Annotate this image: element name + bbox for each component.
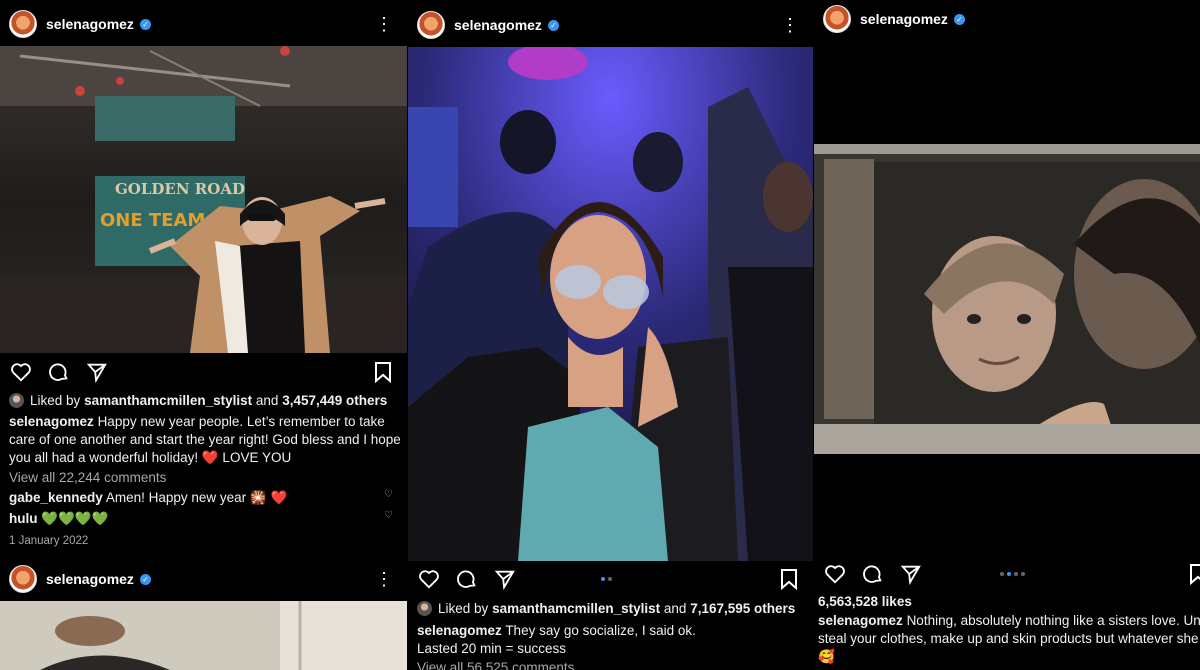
- comment-username[interactable]: gabe_kennedy: [9, 490, 103, 505]
- view-comments-link[interactable]: View all 22,244 comments: [9, 469, 401, 487]
- caption-username[interactable]: selenagomez: [9, 414, 94, 429]
- likes-line: Liked by samanthamcmillen_stylist and 3,…: [9, 392, 401, 410]
- username-link[interactable]: selenagomez: [46, 16, 134, 32]
- feed-column-2: selenagomez ✓ ⋮ Liked by samanthamcmille…: [408, 0, 813, 670]
- like-heart-icon[interactable]: [824, 563, 846, 585]
- avatar[interactable]: [9, 10, 37, 38]
- likes-count[interactable]: 6,563,528 likes: [818, 593, 1194, 611]
- post-header: selenagomez ✓ ⋮: [408, 3, 813, 47]
- save-bookmark-icon[interactable]: [373, 361, 393, 383]
- avatar[interactable]: [417, 11, 445, 39]
- username-link[interactable]: selenagomez: [454, 17, 542, 33]
- share-icon[interactable]: [494, 568, 516, 590]
- caption-username[interactable]: selenagomez: [818, 613, 903, 628]
- caption-text-line-1: They say go socialize, I said ok.: [505, 623, 696, 638]
- save-bookmark-icon[interactable]: [779, 568, 799, 590]
- liked-by-user-link[interactable]: samanthamcmillen_stylist: [84, 393, 252, 408]
- save-bookmark-icon[interactable]: [1188, 563, 1200, 585]
- post-header: selenagomez ✓ ⋮: [0, 557, 407, 601]
- likes-count-link[interactable]: 7,167,595 others: [690, 601, 795, 616]
- liker-avatar: [9, 393, 24, 408]
- liked-by-label: Liked by: [438, 601, 489, 616]
- verified-badge-icon: ✓: [139, 18, 151, 30]
- like-heart-icon[interactable]: [418, 568, 440, 590]
- post-photo[interactable]: [408, 47, 813, 561]
- caption-text-line-2: Lasted 20 min = success: [417, 641, 566, 656]
- avatar[interactable]: [9, 565, 37, 593]
- username-link[interactable]: selenagomez: [860, 11, 948, 27]
- more-options-icon[interactable]: ⋮: [781, 15, 799, 36]
- comment-row: hulu 💚💚💚💚: [9, 510, 401, 528]
- post-photo[interactable]: [0, 601, 407, 670]
- caption-username[interactable]: selenagomez: [417, 623, 502, 638]
- caption: selenagomez Nothing, absolutely nothing …: [818, 612, 1200, 666]
- verified-badge-icon: ✓: [139, 573, 151, 585]
- username-link[interactable]: selenagomez: [46, 571, 134, 587]
- share-icon[interactable]: [900, 563, 922, 585]
- verified-badge-icon: ✓: [547, 19, 559, 31]
- post-photo[interactable]: [814, 144, 1200, 454]
- like-heart-icon[interactable]: [10, 361, 32, 383]
- more-options-icon[interactable]: ⋮: [375, 569, 393, 590]
- liked-by-and: and: [663, 601, 687, 616]
- likes-count-link[interactable]: 3,457,449 others: [282, 393, 387, 408]
- caption: selenagomez Happy new year people. Let’s…: [9, 413, 401, 467]
- post-date: 1 January 2022: [9, 535, 89, 547]
- verified-badge-icon: ✓: [953, 13, 965, 25]
- post-actions: [408, 563, 813, 595]
- liked-by-label: Liked by: [30, 393, 81, 408]
- carousel-dots: [601, 577, 612, 581]
- more-options-icon[interactable]: ⋮: [375, 14, 393, 35]
- comment-icon[interactable]: [456, 568, 478, 590]
- caption: selenagomez They say go socialize, I sai…: [417, 622, 807, 640]
- avatar[interactable]: [823, 5, 851, 33]
- post-header: selenagomez ✓: [814, 0, 1200, 41]
- post-actions: [814, 558, 1200, 590]
- post-header: selenagomez ✓ ⋮: [0, 2, 407, 46]
- carousel-dots: [1000, 572, 1025, 576]
- post-photo[interactable]: GOLDEN ROAD ONE TEAM, ONE: [0, 46, 407, 353]
- liker-avatar: [417, 601, 432, 616]
- comment-like-icon[interactable]: ♡: [384, 489, 393, 500]
- view-comments-link[interactable]: View all 56,525 comments: [417, 659, 807, 670]
- likes-line: Liked by samanthamcmillen_stylist and 7,…: [417, 600, 807, 618]
- comment-like-icon[interactable]: ♡: [384, 510, 393, 521]
- liked-by-user-link[interactable]: samanthamcmillen_stylist: [492, 601, 660, 616]
- comment-row: gabe_kennedy Amen! Happy new year 🎇 ❤️: [9, 489, 401, 507]
- comment-text: 💚💚💚💚: [41, 511, 109, 526]
- comment-text: Amen! Happy new year 🎇 ❤️: [105, 490, 288, 505]
- comment-username[interactable]: hulu: [9, 511, 38, 526]
- share-icon[interactable]: [86, 361, 108, 383]
- liked-by-and: and: [255, 393, 279, 408]
- comment-icon[interactable]: [48, 361, 70, 383]
- feed-column-3: selenagomez ✓ 6,563,528 likes selenagome…: [814, 0, 1200, 670]
- comment-icon[interactable]: [862, 563, 884, 585]
- photo-banner-text: GOLDEN ROAD: [115, 180, 245, 198]
- post-actions: [0, 356, 407, 388]
- feed-column-1: selenagomez ✓ ⋮ GOLDEN ROAD ONE TEAM, ON…: [0, 0, 407, 670]
